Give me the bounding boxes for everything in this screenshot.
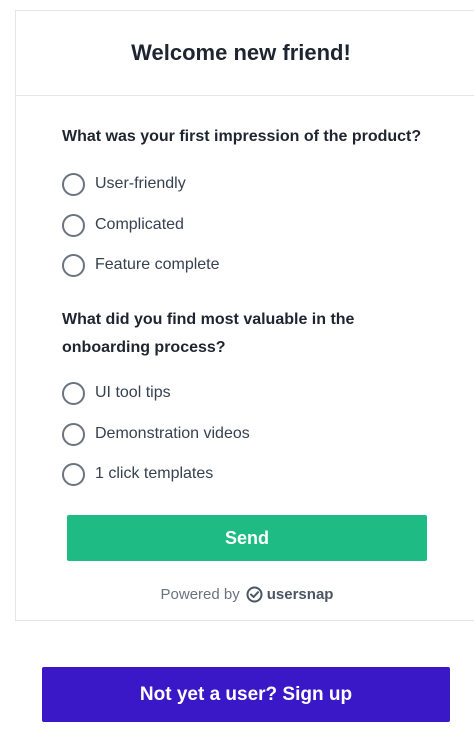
survey-header: Welcome new friend! xyxy=(16,11,474,96)
option-label: UI tool tips xyxy=(95,384,171,401)
option-label: 1 click templates xyxy=(95,465,214,482)
question-1: What was your first impression of the pr… xyxy=(62,128,422,145)
radio-unchecked-icon[interactable] xyxy=(62,422,85,446)
radio-unchecked-icon[interactable] xyxy=(62,462,85,486)
question-2: What did you find most valuable in the o… xyxy=(62,311,355,356)
radio-unchecked-icon[interactable] xyxy=(62,213,85,237)
send-button[interactable]: Send xyxy=(67,515,427,561)
usersnap-logo-icon xyxy=(246,586,263,603)
radio-unchecked-icon[interactable] xyxy=(62,381,85,405)
option-feature-complete[interactable]: Feature complete xyxy=(62,251,220,279)
option-complicated[interactable]: Complicated xyxy=(62,211,184,239)
signup-button[interactable]: Not yet a user? Sign up xyxy=(42,667,450,722)
option-1-click-templates[interactable]: 1 click templates xyxy=(62,460,213,488)
option-demonstration-videos[interactable]: Demonstration videos xyxy=(62,420,250,448)
survey-card: Welcome new friend! What was your first … xyxy=(15,10,474,621)
option-label: Complicated xyxy=(95,216,184,233)
powered-by-text: Powered by xyxy=(160,586,240,603)
radio-unchecked-icon[interactable] xyxy=(62,253,85,277)
option-label: Feature complete xyxy=(95,256,220,273)
survey-title: Welcome new friend! xyxy=(131,40,351,65)
option-label: Demonstration videos xyxy=(95,425,250,442)
option-label: User-friendly xyxy=(95,175,186,192)
powered-by-footer: Powered by usersnap xyxy=(16,586,474,603)
radio-unchecked-icon[interactable] xyxy=(62,172,85,196)
usersnap-brand-name: usersnap xyxy=(266,586,334,603)
option-user-friendly[interactable]: User-friendly xyxy=(62,170,186,198)
option-ui-tool-tips[interactable]: UI tool tips xyxy=(62,379,171,407)
